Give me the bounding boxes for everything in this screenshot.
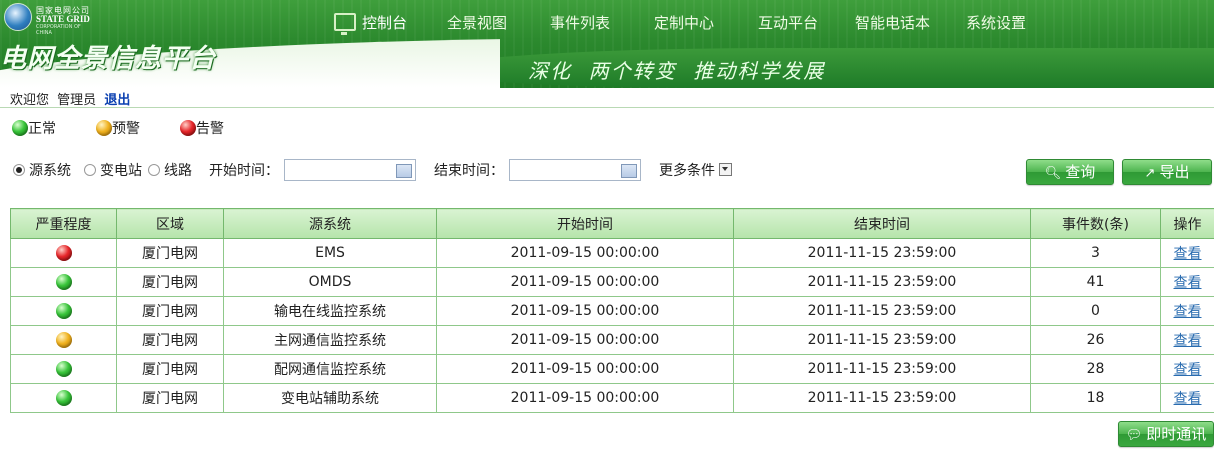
slogan: 深化 两个转变 推动科学发展 [528,59,826,83]
view-link[interactable]: 查看 [1160,296,1214,326]
cell-source: 变电站辅助系统 [223,383,437,413]
red-light-icon [180,120,196,136]
cell-start: 2011-09-15 00:00:00 [436,325,734,355]
severity-green-icon [55,273,72,290]
table-header-row: 严重程度 区域 源系统 开始时间 结束时间 事件数(条) 操作 [10,208,1214,239]
yellow-light-icon [96,120,112,136]
cell-source: 主网通信监控系统 [223,325,437,355]
cell-count: 28 [1030,354,1161,384]
radio-source-system[interactable]: 源系统 [13,163,71,179]
event-summary-table: 严重程度 区域 源系统 开始时间 结束时间 事件数(条) 操作 厦门电网 EMS… [10,208,1214,413]
dropdown-arrow-icon[interactable] [719,163,732,176]
cell-end: 2011-11-15 23:59:00 [733,238,1031,268]
cell-end: 2011-11-15 23:59:00 [733,267,1031,297]
col-source-system[interactable]: 源系统 [223,208,437,239]
monitor-icon [334,13,356,35]
view-link[interactable]: 查看 [1160,383,1214,413]
table-row: 厦门电网 配网通信监控系统 2011-09-15 00:00:00 2011-1… [10,354,1214,384]
view-link[interactable]: 查看 [1160,238,1214,268]
view-link[interactable]: 查看 [1160,267,1214,297]
cell-region: 厦门电网 [116,296,224,326]
table-row: 厦门电网 变电站辅助系统 2011-09-15 00:00:00 2011-11… [10,383,1214,413]
severity-red-icon [55,244,72,261]
calendar-icon[interactable] [621,164,637,178]
calendar-icon[interactable] [396,164,412,178]
nav-item-panorama[interactable]: 全景视图 [447,10,507,36]
cell-count: 3 [1030,238,1161,268]
cell-count: 0 [1030,296,1161,326]
start-time-input[interactable] [284,159,416,181]
nav-item-settings[interactable]: 系统设置 [966,10,1026,36]
legend-warning: 预警 [96,119,140,139]
cell-source: 输电在线监控系统 [223,296,437,326]
cell-start: 2011-09-15 00:00:00 [436,383,734,413]
cell-count: 26 [1030,325,1161,355]
chat-bubble-icon: 💬︎ [1125,428,1143,443]
cell-end: 2011-11-15 23:59:00 [733,296,1031,326]
col-start-time[interactable]: 开始时间 [436,208,734,239]
radio-substation[interactable]: 变电站 [84,163,142,179]
search-icon: 🔍︎ [1044,166,1062,181]
severity-green-icon [55,389,72,406]
state-grid-logo: 国家电网公司 STATE GRID CORPORATION OF CHINA [4,3,94,36]
end-time-label: 结束时间： [434,163,504,179]
header-banner: 国家电网公司 STATE GRID CORPORATION OF CHINA 电… [0,0,1214,88]
cell-region: 厦门电网 [116,238,224,268]
cell-source: OMDS [223,267,437,297]
cell-count: 41 [1030,267,1161,297]
severity-green-icon [55,302,72,319]
legend-alarm: 告警 [180,119,224,139]
table-row: 厦门电网 OMDS 2011-09-15 00:00:00 2011-11-15… [10,267,1214,297]
legend-normal: 正常 [12,119,56,139]
welcome-greeting: 欢迎您 [10,93,50,108]
start-time-label: 开始时间： [209,163,279,179]
logout-link[interactable]: 退出 [104,93,130,108]
table-row: 厦门电网 主网通信监控系统 2011-09-15 00:00:00 2011-1… [10,325,1214,355]
table-row: 厦门电网 输电在线监控系统 2011-09-15 00:00:00 2011-1… [10,296,1214,326]
instant-message-button[interactable]: 💬︎ 即时通讯 [1118,421,1214,447]
green-light-icon [12,120,28,136]
cell-start: 2011-09-15 00:00:00 [436,238,734,268]
cell-source: 配网通信监控系统 [223,354,437,384]
cell-end: 2011-11-15 23:59:00 [733,325,1031,355]
username: 管理员 [57,93,97,108]
view-link[interactable]: 查看 [1160,325,1214,355]
query-button[interactable]: 🔍︎ 查询 [1026,159,1114,185]
col-severity[interactable]: 严重程度 [10,208,117,239]
cell-region: 厦门电网 [116,325,224,355]
nav-item-console[interactable]: 控制台 [334,10,407,36]
end-time-input[interactable] [509,159,641,181]
view-link[interactable]: 查看 [1160,354,1214,384]
nav-item-event-list[interactable]: 事件列表 [550,10,610,36]
platform-title: 电网全景信息平台 [0,44,217,74]
radio-line[interactable]: 线路 [148,163,192,179]
nav-item-interaction[interactable]: 互动平台 [758,10,818,36]
nav-item-phonebook[interactable]: 智能电话本 [855,10,930,36]
export-button[interactable]: ↗ 导出 [1122,159,1212,185]
cell-region: 厦门电网 [116,267,224,297]
cell-end: 2011-11-15 23:59:00 [733,383,1031,413]
cell-source: EMS [223,238,437,268]
severity-yellow-icon [55,331,72,348]
cell-region: 厦门电网 [116,354,224,384]
col-region[interactable]: 区域 [116,208,224,239]
cell-start: 2011-09-15 00:00:00 [436,354,734,384]
welcome-bar: 欢迎您 管理员 退出 [10,89,130,108]
cell-start: 2011-09-15 00:00:00 [436,296,734,326]
cell-end: 2011-11-15 23:59:00 [733,354,1031,384]
nav-item-custom-center[interactable]: 定制中心 [654,10,714,36]
col-event-count[interactable]: 事件数(条) [1030,208,1161,239]
export-icon: ↗ [1144,166,1156,181]
globe-icon [4,3,32,31]
table-row: 厦门电网 EMS 2011-09-15 00:00:00 2011-11-15 … [10,238,1214,268]
severity-green-icon [55,360,72,377]
cell-region: 厦门电网 [116,383,224,413]
col-action[interactable]: 操作 [1160,208,1214,239]
more-conditions[interactable]: 更多条件 [659,161,732,181]
col-end-time[interactable]: 结束时间 [733,208,1031,239]
cell-count: 18 [1030,383,1161,413]
cell-start: 2011-09-15 00:00:00 [436,267,734,297]
divider [0,107,1214,108]
